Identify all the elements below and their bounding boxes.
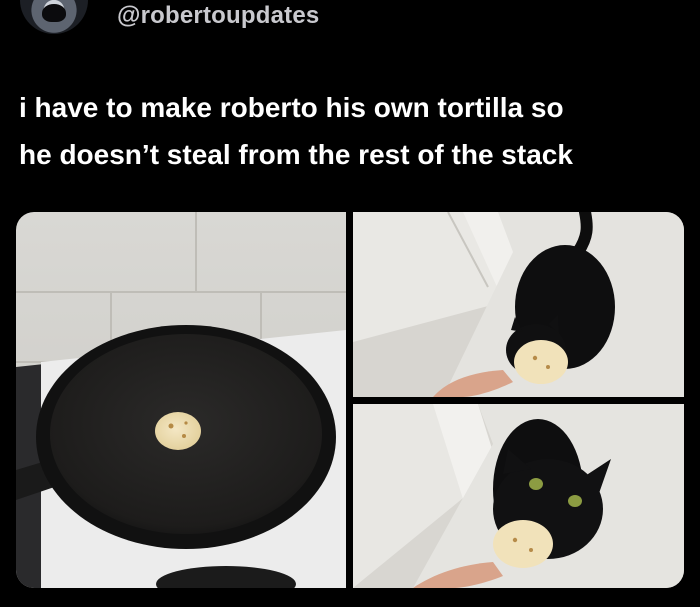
author-handle[interactable]: @robertoupdates bbox=[117, 2, 319, 30]
media-grid bbox=[16, 212, 684, 588]
cat-biting-image bbox=[353, 404, 684, 588]
tweet-text: i have to make roberto his own tortilla … bbox=[19, 84, 689, 178]
author-avatar[interactable] bbox=[20, 0, 88, 34]
photo-cat-approach[interactable] bbox=[353, 212, 684, 397]
tweet-text-line-2: he doesn’t steal from the rest of the st… bbox=[19, 139, 573, 170]
cat-approach-image bbox=[353, 212, 684, 397]
photo-cat-biting[interactable] bbox=[353, 404, 684, 588]
tweet-text-line-1: i have to make roberto his own tortilla … bbox=[19, 92, 564, 123]
photo-skillet-tortilla[interactable] bbox=[16, 212, 346, 588]
skillet-image bbox=[16, 212, 346, 588]
